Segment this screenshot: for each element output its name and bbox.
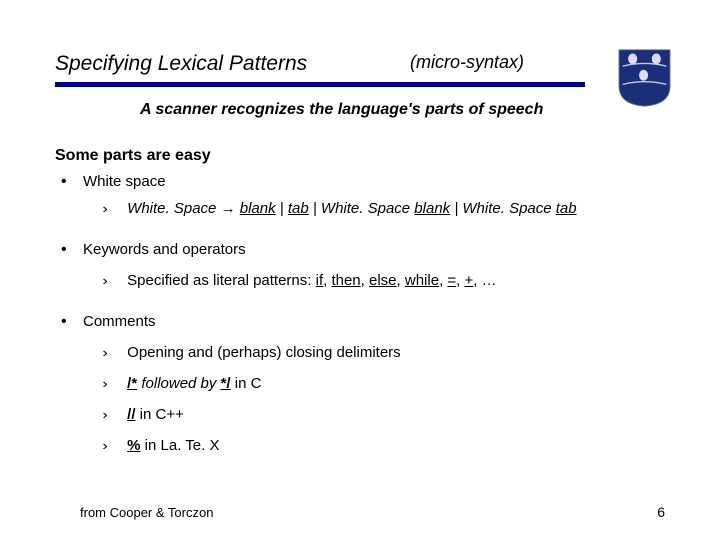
comments-cpp: // in C++ [105,406,665,423]
tagline: A scanner recognizes the language's part… [140,101,665,119]
intro-text: Some parts are easy [55,147,665,165]
bullet-comments: Comments Opening and (perhaps) closing d… [55,313,665,454]
divider [55,82,585,87]
grammar-line: White. Space → blank | tab | White. Spac… [105,200,665,217]
comments-c: /* followed by */ in C [105,375,665,392]
keywords-detail: Specified as literal patterns: if, then,… [105,272,665,289]
slide-title: Specifying Lexical Patterns [55,52,307,76]
slide-subtitle: (micro-syntax) [410,52,524,73]
comments-latex: % in La. Te. X [105,437,665,454]
bullet-label: Comments [83,313,156,330]
bullet-label: Keywords and operators [83,241,246,258]
footer-attribution: from Cooper & Torczon [80,505,213,520]
bullet-whitespace: White space White. Space → blank | tab |… [55,173,665,217]
bullet-keywords: Keywords and operators Specified as lite… [55,241,665,289]
comments-delimiters: Opening and (perhaps) closing delimiters [105,344,665,361]
bullet-label: White space [83,173,166,190]
page-number: 6 [657,504,665,520]
shield-logo-icon [617,48,672,108]
